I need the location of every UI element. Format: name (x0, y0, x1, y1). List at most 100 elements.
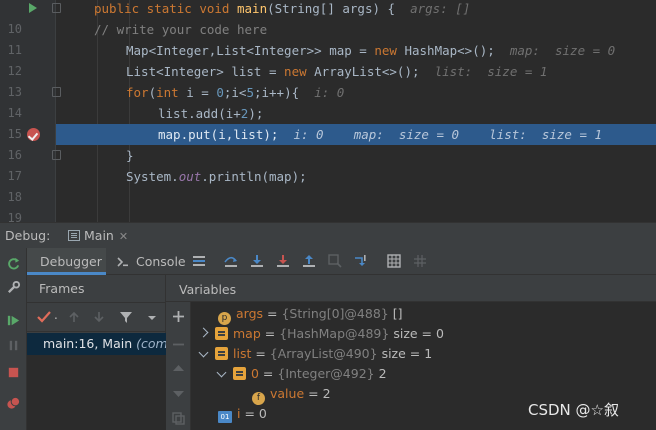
chevron-down-icon[interactable] (216, 367, 227, 378)
code-text: ( (148, 85, 157, 100)
variable-row-value[interactable]: f value = 2 (252, 384, 331, 405)
chevron-down-icon[interactable] (147, 315, 157, 321)
variable-row-list-0[interactable]: 0 = {Integer@492} 2 (216, 364, 387, 384)
duplicate-watch-icon[interactable] (172, 412, 185, 425)
inline-debug-hint: i: 0 (314, 85, 345, 100)
checkmark-icon[interactable] (37, 311, 51, 323)
remove-watch-icon[interactable] (172, 338, 185, 351)
inline-debug-hint: list: size = 1 (434, 64, 548, 79)
variable-name: args (236, 306, 264, 321)
inline-debug-hint: i: 0 map: size = 0 list: size = 1 (293, 127, 603, 142)
variable-value: size = 0 (393, 326, 444, 341)
code-line-18: 18 System.out.println(map); (0, 166, 656, 204)
trace-icon[interactable] (413, 254, 427, 268)
variable-ref: {ArrayList@490} (269, 346, 378, 361)
code-number: 0 (216, 85, 224, 100)
inline-debug-hint: map: size = 0 (509, 43, 616, 58)
add-watch-icon[interactable] (172, 310, 185, 323)
run-to-cursor-icon[interactable] (354, 254, 368, 268)
variable-ref: {String[0]@488} (281, 306, 389, 321)
primitive-icon: 01 (218, 411, 232, 423)
step-out-icon[interactable] (302, 254, 316, 268)
code-line-12: 12 Map<Integer,List<Integer>> map = new … (0, 40, 656, 78)
code-keyword: public static void (94, 1, 237, 16)
fold-marker-icon[interactable] (52, 3, 61, 13)
tab-console-label: Console (136, 254, 186, 269)
code-static-field: out (178, 169, 202, 184)
drop-frame-icon[interactable] (328, 254, 342, 268)
code-line-11: 11 // write your code here (0, 19, 656, 57)
variables-side-toolbar (166, 302, 191, 430)
rerun-icon[interactable] (6, 256, 21, 271)
fold-marker-icon[interactable] (52, 150, 61, 160)
code-text: System. (126, 169, 179, 184)
variable-name: 0 (251, 366, 259, 381)
frame-item-label: main:16, Main (43, 336, 137, 351)
line-number: 19 (7, 211, 22, 222)
code-method-name: main (237, 1, 268, 16)
step-over-icon[interactable] (224, 254, 238, 268)
variable-name: value (270, 386, 305, 401)
code-text: List<Integer> list = (126, 64, 285, 79)
debugger-tab-bar: Debugger Console (27, 248, 656, 275)
code-line-17: 17 } (0, 145, 656, 183)
variable-row-args[interactable]: p args = {String[0]@488} [] (218, 304, 403, 325)
arrow-down-icon[interactable] (93, 311, 105, 323)
variables-header: Variables (166, 275, 656, 302)
debug-label: Debug: (5, 228, 51, 243)
tab-debugger[interactable]: Debugger (27, 248, 106, 275)
debug-config-tab[interactable]: Main ✕ (64, 223, 134, 249)
code-text: i = (178, 85, 217, 100)
object-field-icon (215, 327, 228, 340)
code-text: } (126, 148, 134, 163)
variable-ref: {Integer@492} (277, 366, 375, 381)
code-text: ); (248, 106, 264, 121)
move-down-icon[interactable] (172, 387, 185, 400)
code-text: Map<Integer,List<Integer>> map = (126, 43, 375, 58)
show-execution-point-icon[interactable] (192, 254, 206, 268)
close-icon[interactable]: ✕ (119, 230, 128, 243)
move-up-icon[interactable] (172, 362, 185, 375)
frame-item-package: (com.e (136, 336, 166, 351)
code-text: ;i++){ (253, 85, 300, 100)
fold-marker-icon[interactable] (52, 87, 61, 97)
evaluate-expression-icon[interactable] (387, 254, 401, 268)
variable-row-i[interactable]: 01 i = 0 (218, 404, 267, 424)
pause-icon[interactable] (6, 338, 21, 353)
breakpoint-icon[interactable] (27, 128, 40, 141)
resume-icon[interactable] (6, 313, 21, 328)
chevron-down-icon[interactable] (198, 347, 209, 358)
step-into-icon[interactable] (250, 254, 264, 268)
frame-item[interactable]: main:16, Main (com.e (27, 333, 166, 355)
code-text: ;i< (223, 85, 247, 100)
inline-debug-hint: args: [] (410, 1, 471, 16)
dropdown-dot-icon[interactable]: . (54, 308, 58, 322)
code-text: map.put(i,list); (158, 127, 279, 142)
debug-left-toolbar (0, 248, 27, 430)
code-text: list.add(i+ (158, 106, 241, 121)
console-icon (117, 257, 128, 267)
run-gutter-icon[interactable] (29, 3, 37, 13)
filter-icon[interactable] (119, 310, 133, 324)
code-keyword: new (374, 43, 397, 58)
variable-row-list[interactable]: list = {ArrayList@490} size = 1 (198, 344, 433, 364)
code-keyword: new (284, 64, 307, 79)
wrench-icon[interactable] (6, 280, 21, 295)
tab-console[interactable]: Console (112, 248, 192, 275)
variable-row-map[interactable]: map = {HashMap@489} size = 0 (198, 324, 444, 344)
code-text: .println(map); (201, 169, 307, 184)
force-step-into-icon[interactable] (276, 254, 290, 268)
code-number: 5 (246, 85, 254, 100)
chevron-right-icon[interactable] (198, 327, 209, 338)
code-line-16: 16 map.put(i,list); i: 0 map: size = 0 l… (0, 124, 656, 162)
application-icon (68, 230, 80, 241)
arrow-up-icon[interactable] (68, 311, 80, 323)
stop-icon[interactable] (6, 365, 21, 380)
variable-name: map (233, 326, 261, 341)
code-line-13: 13 List<Integer> list = new ArrayList<>(… (0, 61, 656, 99)
view-breakpoints-icon[interactable] (6, 396, 21, 411)
code-line-14: 14 for(int i = 0;i<5;i++){ i: 0 (0, 82, 656, 120)
code-editor[interactable]: 10 public static void main(String[] args… (0, 0, 656, 222)
variable-value: size = 1 (381, 346, 433, 361)
variable-value: [] (392, 306, 403, 321)
